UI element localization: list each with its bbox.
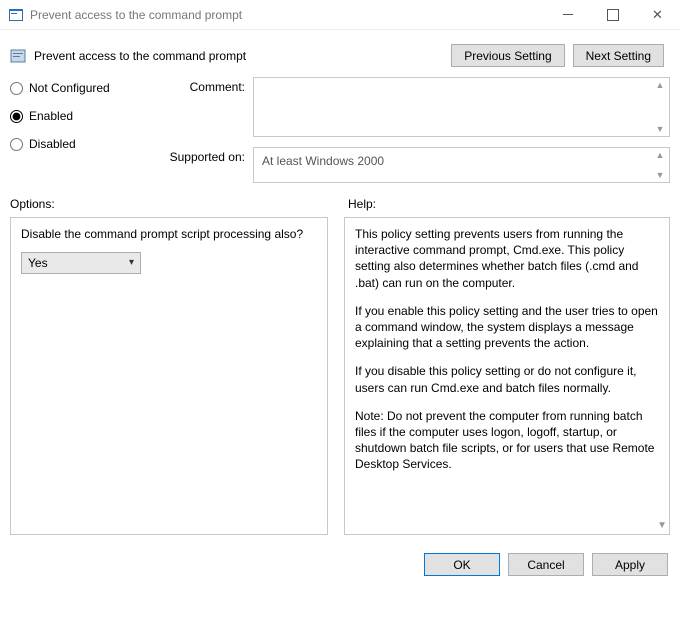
supported-scrollbar[interactable]: ▲ ▼: [652, 149, 668, 181]
help-paragraph: Note: Do not prevent the computer from r…: [355, 408, 659, 473]
help-paragraph: This policy setting prevents users from …: [355, 226, 659, 291]
radio-disabled-label: Disabled: [29, 137, 76, 151]
comment-input[interactable]: ▲ ▼: [253, 77, 670, 137]
help-paragraph: If you disable this policy setting or do…: [355, 363, 659, 395]
apply-button[interactable]: Apply: [592, 553, 668, 576]
option-dropdown-value: Yes: [28, 255, 48, 271]
titlebar: Prevent access to the command prompt: [0, 0, 680, 30]
option-question: Disable the command prompt script proces…: [21, 226, 317, 242]
minimize-button[interactable]: [545, 0, 590, 30]
options-panel: Disable the command prompt script proces…: [10, 217, 328, 535]
scroll-up-icon: ▲: [652, 79, 668, 91]
radio-enabled-label: Enabled: [29, 109, 73, 123]
maximize-button[interactable]: [590, 0, 635, 30]
cancel-button[interactable]: Cancel: [508, 553, 584, 576]
radio-not-configured[interactable]: Not Configured: [10, 81, 150, 95]
help-panel: This policy setting prevents users from …: [344, 217, 670, 535]
radio-not-configured-label: Not Configured: [29, 81, 110, 95]
next-setting-button[interactable]: Next Setting: [573, 44, 664, 67]
supported-on-box: At least Windows 2000 ▲ ▼: [253, 147, 670, 183]
help-paragraph: If you enable this policy setting and th…: [355, 303, 659, 352]
radio-disabled-input[interactable]: [10, 138, 23, 151]
help-heading: Help:: [348, 197, 376, 211]
radio-not-configured-input[interactable]: [10, 82, 23, 95]
policy-icon: [10, 48, 26, 64]
comment-scrollbar[interactable]: ▲ ▼: [652, 79, 668, 135]
options-heading: Options:: [10, 197, 328, 211]
close-button[interactable]: [635, 0, 680, 30]
scroll-up-icon: ▲: [652, 149, 668, 161]
app-icon: [8, 7, 24, 23]
scroll-down-icon[interactable]: ▼: [657, 519, 667, 533]
option-dropdown[interactable]: Yes ▾: [21, 252, 141, 274]
radio-disabled[interactable]: Disabled: [10, 137, 150, 151]
radio-enabled-input[interactable]: [10, 110, 23, 123]
ok-button[interactable]: OK: [424, 553, 500, 576]
previous-setting-button[interactable]: Previous Setting: [451, 44, 564, 67]
dialog-footer: OK Cancel Apply: [0, 543, 680, 584]
radio-enabled[interactable]: Enabled: [10, 109, 150, 123]
scroll-down-icon: ▼: [652, 123, 668, 135]
state-radios: Not Configured Enabled Disabled: [10, 77, 150, 183]
scroll-down-icon: ▼: [652, 169, 668, 181]
window-title: Prevent access to the command prompt: [30, 8, 545, 22]
supported-on-value: At least Windows 2000: [254, 148, 669, 174]
comment-label: Comment:: [160, 77, 245, 94]
chevron-down-icon: ▾: [129, 256, 134, 270]
supported-label: Supported on:: [160, 147, 245, 164]
policy-title: Prevent access to the command prompt: [34, 49, 451, 63]
